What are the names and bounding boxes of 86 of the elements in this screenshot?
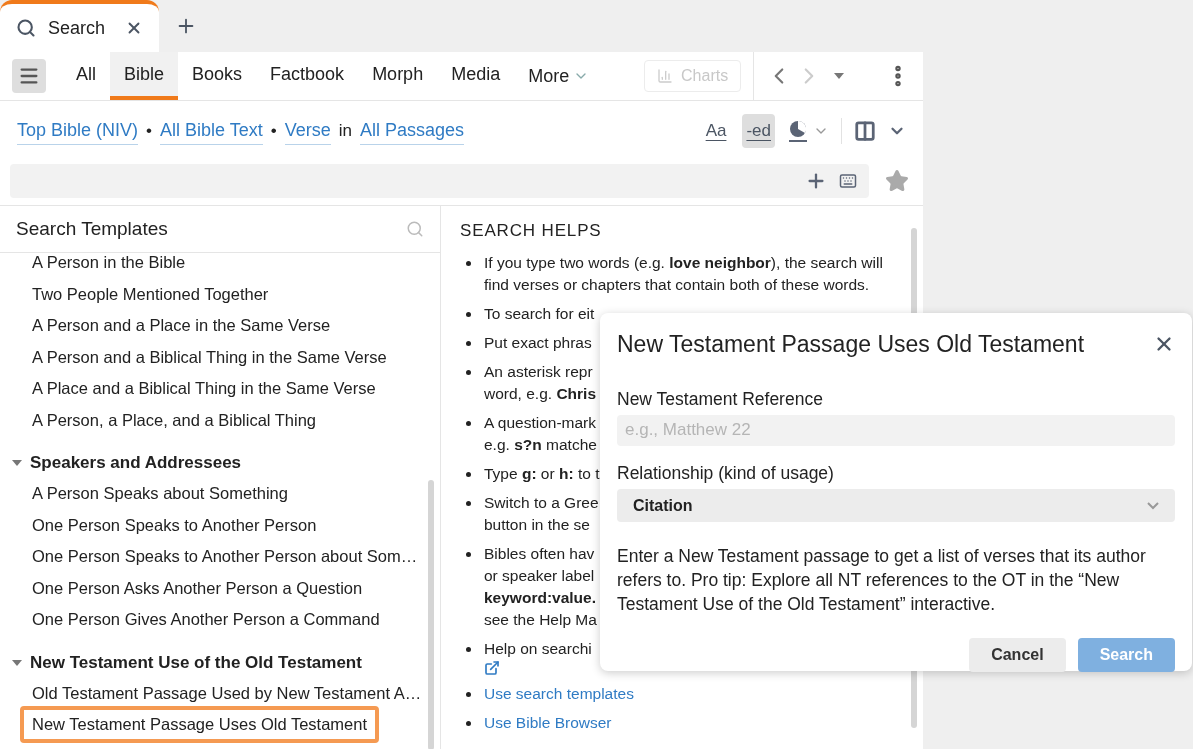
- bullet-icon: [466, 420, 471, 426]
- bullet-icon: [466, 340, 471, 346]
- template-item[interactable]: One Person Asks Another Person a Question: [24, 573, 371, 603]
- help-text: button in the se: [484, 514, 590, 535]
- field-label: Relationship (kind of usage): [617, 461, 835, 485]
- help-text: Switch to a Gree: [484, 492, 599, 513]
- keyboard-icon[interactable]: [839, 172, 857, 190]
- columns-icon[interactable]: [854, 120, 876, 142]
- expand-icon[interactable]: [12, 460, 22, 466]
- bullet-icon: [466, 691, 471, 697]
- separator: •: [270, 120, 277, 143]
- external-link-icon[interactable]: [484, 659, 500, 676]
- star-icon[interactable]: [885, 169, 909, 193]
- bullet-icon: [466, 369, 471, 375]
- format-toggle[interactable]: -ed: [742, 114, 775, 148]
- group-header[interactable]: New Testament Use of the Old Testament: [30, 649, 362, 676]
- relationship-dropdown[interactable]: Citation: [617, 489, 1175, 522]
- search-icon: [16, 18, 36, 38]
- nav-tab[interactable]: Factbook: [256, 52, 359, 100]
- bar-chart-icon: [657, 68, 674, 84]
- more-menu[interactable]: More: [514, 52, 604, 100]
- nav-tab[interactable]: Bible: [110, 52, 179, 100]
- template-item[interactable]: Old Testament Passage Used by New Testament A…: [24, 678, 430, 708]
- bullet-icon: [466, 500, 471, 506]
- bullet-icon: [466, 471, 471, 477]
- help-text: If you type two words (e.g. love neighbor), the search will: [484, 252, 883, 273]
- reference-field[interactable]: e.g., Matthew 22: [617, 414, 1175, 446]
- bullet-icon: [466, 551, 471, 557]
- scope-link[interactable]: Top Bible (NIV): [17, 117, 139, 145]
- panel-title: Search Templates: [16, 216, 168, 241]
- nav-tab[interactable]: Media: [437, 52, 515, 100]
- dialog-description: Enter a New Testament passage to get a list of verses that its author refers to. Pro tip: Explore all NT references to the OT in the “New Testament Use of the Old Testament” interactive.: [617, 545, 1147, 616]
- help-text: keyword:value.: [484, 587, 596, 608]
- panel-title: SEARCH HELPS: [460, 220, 603, 242]
- menu-button[interactable]: [12, 59, 46, 93]
- template-item[interactable]: A Person Speaks about Something: [24, 479, 296, 509]
- chevron-icon: [1147, 501, 1159, 510]
- help-text: Help on searchi: [484, 638, 592, 659]
- document-tab[interactable]: Search: [0, 0, 160, 52]
- search-field[interactable]: [10, 164, 869, 198]
- template-item[interactable]: New Testament Passage Uses Old Testament: [20, 706, 380, 744]
- bullet-icon: [466, 720, 471, 726]
- bullet-icon: [466, 311, 471, 317]
- template-item[interactable]: One Person Gives Another Person a Command: [24, 605, 388, 635]
- cancel-button[interactable]: Cancel: [969, 638, 1066, 672]
- help-text: see the Help Ma: [484, 609, 597, 630]
- scrollbar[interactable]: [428, 480, 434, 749]
- template-item[interactable]: One Person Speaks to Another Person: [24, 510, 325, 540]
- help-text: Put exact phras: [484, 332, 592, 353]
- help-text: word, e.g. Chris: [484, 383, 596, 404]
- template-item[interactable]: A Person in the Bible: [24, 248, 194, 278]
- separator: •: [146, 120, 152, 143]
- field-label: New Testament Reference: [617, 387, 824, 411]
- dialog-title: New Testament Passage Uses Old Testament: [617, 330, 1085, 359]
- help-text: To search for eit: [484, 303, 595, 324]
- template-item[interactable]: A Person, a Place, and a Biblical Thing: [24, 405, 325, 435]
- nav-tab[interactable]: Morph: [358, 52, 438, 100]
- help-text: or speaker label: [484, 565, 595, 586]
- template-item[interactable]: A Place and a Biblical Thing in the Same Verse: [24, 374, 384, 404]
- help-text: A question-mark: [484, 412, 596, 433]
- scope-link[interactable]: Verse: [284, 117, 331, 145]
- format-toggle[interactable]: Aa: [701, 114, 731, 148]
- group-header[interactable]: Speakers and Addressees: [30, 450, 242, 476]
- bullet-icon: [466, 646, 471, 652]
- tab-label: Search: [48, 16, 106, 40]
- template-item[interactable]: A Person and a Place in the Same Verse: [24, 311, 339, 341]
- highlight-icon[interactable]: [787, 119, 809, 143]
- template-item[interactable]: A Person and a Biblical Thing in the Same Verse: [24, 342, 395, 372]
- scope-link[interactable]: All Passages: [359, 117, 464, 145]
- help-link[interactable]: Use search templates: [484, 682, 634, 705]
- help-text: Bibles often hav: [484, 543, 595, 564]
- bullet-icon: [466, 260, 471, 266]
- help-text: find verses or chapters that contain both of these words.: [484, 274, 870, 295]
- help-text: Type g: or h: to t: [484, 463, 600, 484]
- template-item[interactable]: Two People Mentioned Together: [24, 279, 277, 309]
- nav-tab[interactable]: Books: [178, 52, 257, 100]
- separator: in: [338, 120, 352, 143]
- help-text: e.g. s?n matche: [484, 434, 597, 455]
- expand-icon[interactable]: [12, 659, 22, 666]
- help-text: An asterisk repr: [484, 361, 593, 382]
- menu-icon: [18, 65, 40, 87]
- scope-link[interactable]: All Bible Text: [160, 117, 263, 145]
- caret-icon: [834, 73, 845, 79]
- template-item[interactable]: One Person Speaks to Another Person about Som…: [24, 542, 426, 572]
- nav-tab[interactable]: All: [62, 52, 110, 100]
- help-link[interactable]: Use Bible Browser: [484, 711, 612, 734]
